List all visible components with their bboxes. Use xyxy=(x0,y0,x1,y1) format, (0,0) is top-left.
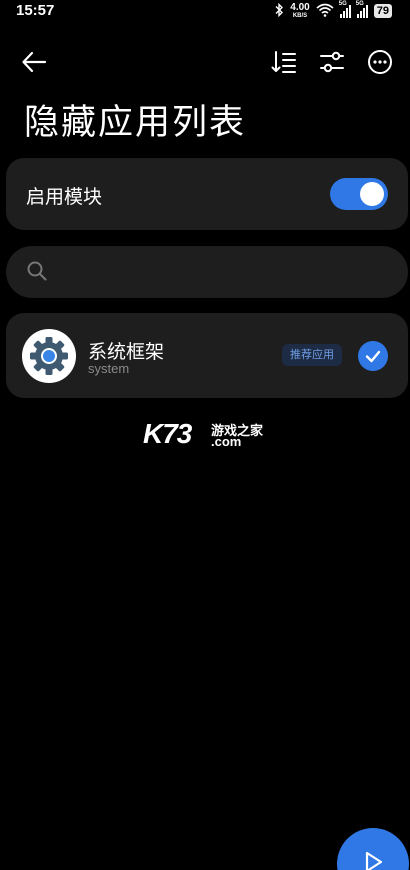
watermark-logo: K73 游戏之家 .com xyxy=(143,418,273,450)
apply-fab-button[interactable] xyxy=(337,828,409,870)
search-bar[interactable] xyxy=(6,246,408,298)
recommended-badge: 推荐应用 xyxy=(282,344,342,366)
gear-icon xyxy=(30,337,68,375)
enable-module-toggle[interactable] xyxy=(330,178,388,210)
status-icons: 4.00 KB/S 5G 5G 79 xyxy=(274,1,392,21)
watermark-k73: K73 xyxy=(143,418,192,449)
sim1-network-tag: 5G xyxy=(338,1,347,7)
watermark-domain: .com xyxy=(211,434,242,449)
more-horizontal-icon xyxy=(368,50,392,74)
filter-button[interactable] xyxy=(316,46,348,78)
more-options-button[interactable] xyxy=(364,46,396,78)
app-package: system xyxy=(88,361,130,376)
back-button[interactable] xyxy=(18,46,50,78)
sliders-icon xyxy=(320,51,344,73)
enable-module-label: 启用模块 xyxy=(26,186,103,208)
enable-module-card[interactable]: 启用模块 xyxy=(6,158,408,230)
sim2-network-tag: 5G xyxy=(355,1,364,7)
status-bar: 15:57 4.00 KB/S 5G 5G 79 xyxy=(0,0,410,22)
search-icon xyxy=(26,260,48,282)
wifi-icon xyxy=(316,2,334,21)
sort-button[interactable] xyxy=(268,46,300,78)
toggle-knob xyxy=(360,182,384,206)
network-speed: 4.00 KB/S xyxy=(290,2,310,20)
arrow-left-icon xyxy=(22,51,47,73)
app-name: 系统框架 xyxy=(88,341,165,363)
bluetooth-icon xyxy=(274,2,284,21)
status-time: 15:57 xyxy=(16,2,55,19)
signal-sim1-icon: 5G xyxy=(338,1,351,18)
app-checkbox[interactable] xyxy=(358,341,388,371)
app-icon xyxy=(22,329,76,383)
sort-icon xyxy=(271,51,296,73)
page-title: 隐藏应用列表 xyxy=(24,103,247,143)
network-speed-unit: KB/S xyxy=(292,13,308,19)
check-icon xyxy=(365,350,381,363)
app-list-item[interactable]: 系统框架 system 推荐应用 xyxy=(6,313,408,398)
search-input[interactable] xyxy=(58,254,388,290)
signal-sim2-icon: 5G xyxy=(355,1,368,18)
battery-indicator: 79 xyxy=(373,4,392,18)
network-speed-value: 4.00 xyxy=(290,2,310,13)
play-icon xyxy=(365,851,383,870)
